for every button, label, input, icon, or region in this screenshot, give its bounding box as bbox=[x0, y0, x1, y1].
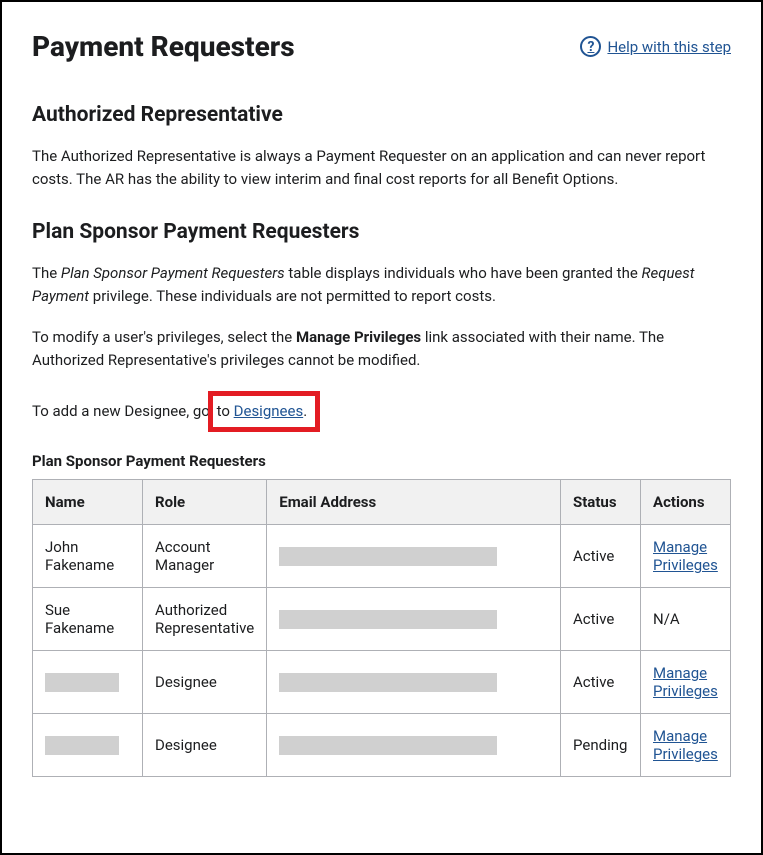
cell-email bbox=[267, 525, 561, 588]
cell-status: Active bbox=[561, 525, 641, 588]
auth-rep-heading: Authorized Representative bbox=[32, 103, 731, 127]
cell-role: Designee bbox=[143, 714, 267, 777]
col-header-name: Name bbox=[33, 480, 143, 525]
cell-actions: N/A bbox=[641, 588, 731, 651]
redacted-email bbox=[279, 736, 497, 755]
cell-role: Designee bbox=[143, 651, 267, 714]
cell-status: Active bbox=[561, 588, 641, 651]
redacted-name bbox=[45, 673, 119, 692]
plan-sponsor-heading: Plan Sponsor Payment Requesters bbox=[32, 220, 731, 244]
page-title: Payment Requesters bbox=[32, 30, 295, 63]
manage-privileges-link[interactable]: Manage Privileges bbox=[653, 664, 718, 700]
auth-rep-body: The Authorized Representative is always … bbox=[32, 145, 731, 192]
table-row: John FakenameAccount Manager Active Manage… bbox=[33, 525, 731, 588]
manage-privileges-link[interactable]: Manage Privileges bbox=[653, 538, 718, 574]
cell-name bbox=[33, 651, 143, 714]
help-link[interactable]: ? Help with this step bbox=[580, 36, 731, 57]
designees-link[interactable]: Designees bbox=[234, 402, 304, 420]
cell-status: Pending bbox=[561, 714, 641, 777]
col-header-role: Role bbox=[143, 480, 267, 525]
cell-status: Active bbox=[561, 651, 641, 714]
redacted-email bbox=[279, 610, 497, 629]
table-header-row: Name Role Email Address Status Actions bbox=[33, 480, 731, 525]
cell-actions: Manage Privileges bbox=[641, 651, 731, 714]
redacted-email bbox=[279, 547, 497, 566]
add-designee-text: To add a new Designee, go to Designees. bbox=[32, 391, 731, 432]
highlight-box: to Designees. bbox=[208, 391, 321, 432]
cell-role: Account Manager bbox=[143, 525, 267, 588]
requesters-table: Name Role Email Address Status Actions J… bbox=[32, 479, 731, 777]
table-row: Designee Pending Manage Privileges bbox=[33, 714, 731, 777]
table-caption: Plan Sponsor Payment Requesters bbox=[32, 450, 731, 473]
table-row: Designee Active Manage Privileges bbox=[33, 651, 731, 714]
cell-email bbox=[267, 651, 561, 714]
col-header-actions: Actions bbox=[641, 480, 731, 525]
page-frame: Payment Requesters ? Help with this step… bbox=[0, 0, 763, 855]
cell-actions: Manage Privileges bbox=[641, 714, 731, 777]
redacted-email bbox=[279, 673, 497, 692]
redacted-name bbox=[45, 736, 119, 755]
manage-privileges-link[interactable]: Manage Privileges bbox=[653, 727, 718, 763]
cell-email bbox=[267, 588, 561, 651]
header-row: Payment Requesters ? Help with this step bbox=[32, 30, 731, 63]
cell-actions: Manage Privileges bbox=[641, 525, 731, 588]
cell-name: John Fakename bbox=[33, 525, 143, 588]
cell-name: Sue Fakename bbox=[33, 588, 143, 651]
plan-sponsor-intro: The Plan Sponsor Payment Requesters tabl… bbox=[32, 262, 731, 309]
cell-name bbox=[33, 714, 143, 777]
cell-email bbox=[267, 714, 561, 777]
col-header-email: Email Address bbox=[267, 480, 561, 525]
help-link-label: Help with this step bbox=[607, 38, 731, 56]
table-row: Sue FakenameAuthorized Representative Act… bbox=[33, 588, 731, 651]
cell-role: Authorized Representative bbox=[143, 588, 267, 651]
question-icon: ? bbox=[580, 36, 601, 57]
col-header-status: Status bbox=[561, 480, 641, 525]
modify-privileges-text: To modify a user's privileges, select th… bbox=[32, 326, 731, 373]
